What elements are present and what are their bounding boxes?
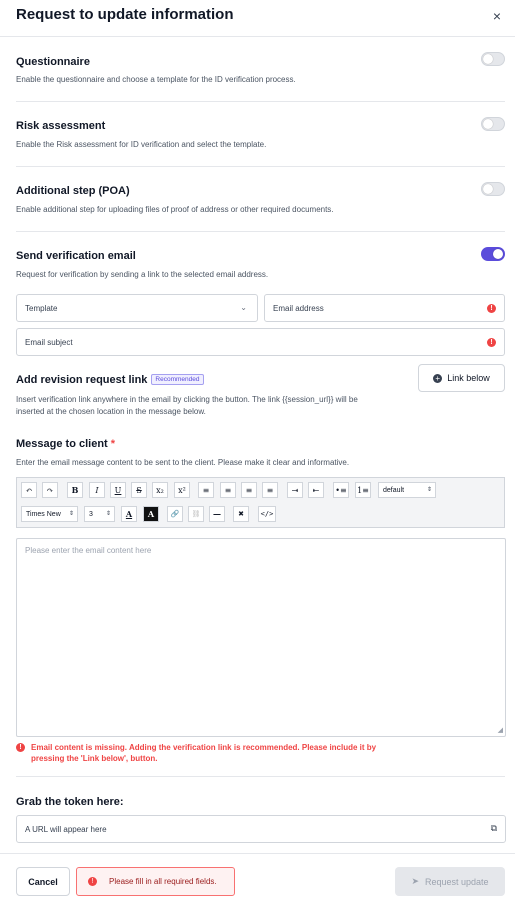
required-icon: ! (487, 338, 496, 347)
template-select[interactable]: Template ⌄ (16, 294, 258, 322)
format-value: default (383, 486, 405, 494)
risk-desc: Enable the Risk assessment for ID verifi… (16, 140, 267, 149)
editor-error: ! Email content is missing. Adding the v… (16, 742, 396, 764)
link-below-button[interactable]: + Link below (418, 364, 505, 392)
message-title-row: Message to client * (16, 438, 115, 450)
message-title: Message to client (16, 438, 108, 450)
send-icon: ➤ (411, 876, 419, 886)
revision-desc: Insert verification link anywhere in the… (16, 394, 358, 418)
subject-label: Email subject (25, 337, 73, 347)
email-content-editor[interactable]: Please enter the email content here ◢ (16, 538, 506, 737)
token-placeholder: A URL will appear here (25, 824, 107, 834)
email-desc: Request for verification by sending a li… (16, 270, 269, 279)
revision-title: Add revision request link (16, 374, 148, 386)
email-label: Email address (273, 303, 324, 313)
revision-desc-line1: Insert verification link anywhere in the… (16, 395, 358, 404)
request-update-button[interactable]: ➤ Request update (395, 867, 505, 896)
request-update-label: Request update (424, 876, 489, 887)
poa-toggle[interactable] (481, 182, 505, 196)
poa-title: Additional step (POA) (16, 185, 130, 197)
email-toggle[interactable] (481, 247, 505, 261)
questionnaire-toggle[interactable] (481, 52, 505, 66)
chevron-down-icon: ⌄ (240, 303, 247, 312)
updown-icon: ⇕ (426, 487, 432, 493)
bullet-list-icon[interactable]: •≡ (333, 482, 349, 498)
alert-text: Please fill in all required fields. (109, 877, 217, 886)
redo-icon[interactable]: ↷ (42, 482, 58, 498)
superscript-button[interactable]: x² (174, 482, 190, 498)
size-value: 3 (89, 510, 93, 518)
horizontal-rule-icon[interactable]: — (209, 506, 225, 522)
questionnaire-desc: Enable the questionnaire and choose a te… (16, 75, 296, 84)
token-title: Grab the token here: (16, 796, 124, 808)
editor-error-line1: Email content is missing. Adding the ver… (31, 743, 377, 752)
subscript-button[interactable]: x₂ (152, 482, 168, 498)
required-icon: ! (487, 304, 496, 313)
font-select[interactable]: Times New ⇕ (21, 506, 78, 522)
updown-icon: ⇕ (105, 511, 111, 517)
risk-title: Risk assessment (16, 120, 106, 132)
revision-desc-line2: inserted at the chosen location in the m… (16, 407, 206, 416)
risk-toggle[interactable] (481, 117, 505, 131)
outdent-icon[interactable]: ⇤ (308, 482, 324, 498)
required-mark: * (110, 438, 116, 450)
poa-section: Additional step (POA) Enable additional … (16, 167, 505, 232)
undo-icon[interactable]: ↶ (21, 482, 37, 498)
align-left-icon[interactable]: ≡ (198, 482, 214, 498)
resize-handle-icon[interactable]: ◢ (498, 726, 503, 734)
subject-field[interactable]: Email subject ! (16, 328, 505, 356)
error-icon: ! (16, 743, 25, 752)
questionnaire-title: Questionnaire (16, 56, 90, 68)
email-title: Send verification email (16, 250, 136, 262)
modal-title: Request to update information (16, 6, 234, 23)
size-select[interactable]: 3 ⇕ (84, 506, 115, 522)
divider (16, 776, 505, 777)
align-center-icon[interactable]: ≡ (220, 482, 236, 498)
indent-icon[interactable]: ⇥ (287, 482, 303, 498)
modal-header: Request to update information × (0, 0, 515, 37)
token-url-field[interactable]: A URL will appear here ⧉ (16, 815, 506, 843)
clear-format-icon[interactable]: ✖ (233, 506, 249, 522)
copy-icon[interactable]: ⧉ (491, 823, 497, 834)
underline-button[interactable]: U (110, 482, 126, 498)
code-view-icon[interactable]: </> (258, 506, 276, 522)
close-icon[interactable]: × (493, 8, 501, 24)
text-color-icon[interactable]: A (121, 506, 137, 522)
editor-toolbar: ↶ ↷ B I U S x₂ x² ≡ ≡ ≡ ≡ ⇥ ⇤ •≡ 1≡ defa… (16, 477, 505, 528)
poa-desc: Enable additional step for uploading fil… (16, 205, 334, 214)
bold-button[interactable]: B (67, 482, 83, 498)
risk-section: Risk assessment Enable the Risk assessme… (16, 102, 505, 167)
background-color-icon[interactable]: A (143, 506, 159, 522)
unlink-icon[interactable]: ⛓ (188, 506, 204, 522)
format-select[interactable]: default ⇕ (378, 482, 436, 498)
strikethrough-button[interactable]: S (131, 482, 147, 498)
numbered-list-icon[interactable]: 1≡ (355, 482, 371, 498)
plus-circle-icon: + (433, 373, 443, 383)
editor-error-line2: pressing the 'Link below', button. (31, 754, 158, 763)
recommended-badge: Recommended (151, 374, 204, 385)
error-icon: ! (88, 877, 97, 886)
italic-button[interactable]: I (89, 482, 105, 498)
updown-icon: ⇕ (68, 511, 74, 517)
font-value: Times New (26, 510, 61, 518)
questionnaire-section: Questionnaire Enable the questionnaire a… (16, 37, 505, 102)
revision-title-row: Add revision request link Recommended (16, 374, 204, 386)
link-below-label: Link below (447, 373, 490, 383)
modal-footer: Cancel ! Please fill in all required fie… (0, 853, 515, 900)
link-icon[interactable]: 🔗 (167, 506, 183, 522)
editor-placeholder: Please enter the email content here (25, 546, 152, 555)
required-fields-alert: ! Please fill in all required fields. (76, 867, 235, 896)
justify-icon[interactable]: ≡ (262, 482, 278, 498)
cancel-button[interactable]: Cancel (16, 867, 70, 896)
align-right-icon[interactable]: ≡ (241, 482, 257, 498)
email-field[interactable]: Email address ! (264, 294, 505, 322)
template-label: Template (25, 303, 58, 313)
message-desc: Enter the email message content to be se… (16, 458, 350, 467)
